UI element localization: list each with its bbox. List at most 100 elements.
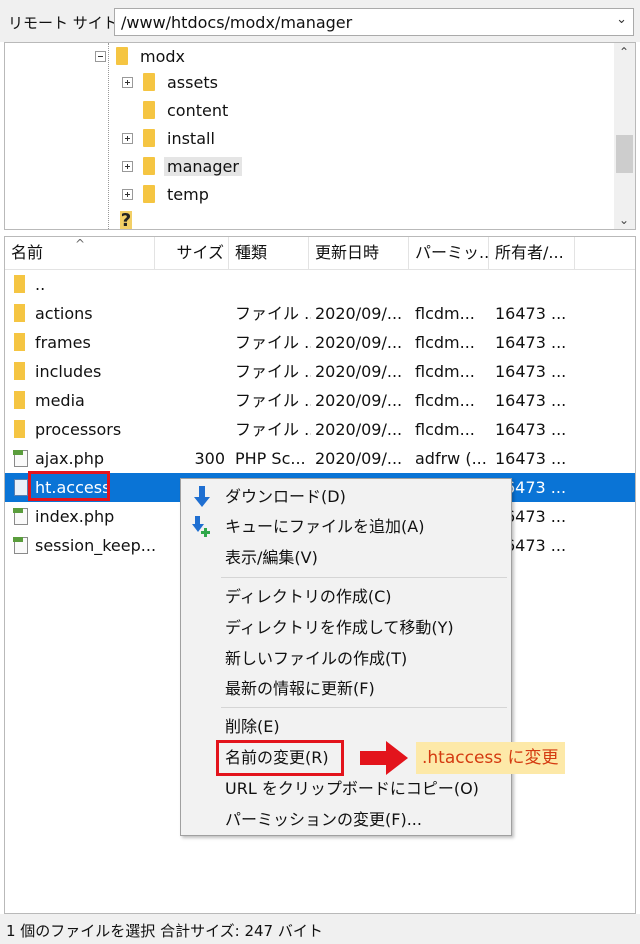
cell-owner: 16473 ...	[495, 304, 567, 323]
cell-owner: 6473 ...	[505, 507, 567, 526]
tree-item-unknown[interactable]: ?	[120, 207, 132, 229]
file-row[interactable]: actions ファイル ... 2020/09/... flcdm... 16473 …	[5, 299, 635, 328]
menu-item-create-file[interactable]: 新しいファイルの作成(T)	[225, 644, 407, 674]
download-icon	[194, 486, 210, 507]
php-file-icon	[13, 450, 28, 467]
column-label: 更新日時	[315, 243, 380, 262]
menu-item-refresh[interactable]: 最新の情報に更新(F)	[225, 674, 375, 704]
tree-item-label: content	[167, 100, 229, 120]
cell-name: frames	[35, 333, 91, 352]
file-row[interactable]: ajax.php 300 PHP Sc... 2020/09/... adfrw (..…	[5, 444, 635, 473]
menu-item-create-and-enter-directory[interactable]: ディレクトリを作成して移動(Y)	[225, 613, 454, 643]
cell-owner: 16473 ...	[495, 449, 567, 468]
context-menu[interactable]: ダウンロード(D) キューにファイルを追加(A) 表示/編集(V) ディレクトリ…	[180, 478, 512, 836]
cell-size	[155, 299, 225, 328]
expand-icon[interactable]	[122, 132, 133, 144]
cell-owner: 16473 ...	[495, 420, 567, 439]
tree-item-temp[interactable]: temp	[122, 181, 209, 207]
cell-name: ..	[35, 275, 46, 294]
cell-modified: 2020/09/...	[315, 333, 403, 352]
tree-item-label: temp	[167, 184, 209, 204]
remote-directory-tree[interactable]: modx assets content install manager temp…	[4, 42, 636, 230]
column-label: サイズ	[176, 243, 224, 262]
php-file-icon	[13, 537, 28, 554]
cell-permissions: adfrw (...	[415, 449, 487, 468]
column-header-modified[interactable]: 更新日時	[309, 237, 409, 269]
column-header-permissions[interactable]: パーミッ...	[409, 237, 489, 269]
highlight-box-filename	[28, 471, 110, 501]
column-label: パーミッ...	[415, 243, 489, 262]
menu-item-change-permissions[interactable]: パーミッションの変更(F)...	[225, 805, 422, 835]
column-label: 所有者/...	[495, 243, 564, 262]
tree-item-label: install	[167, 128, 215, 148]
tree-item-label: modx	[140, 46, 185, 66]
remote-site-bar: リモート サイト: /www/htdocs/modx/manager ⌄	[0, 0, 640, 42]
cell-type: ファイル ...	[235, 362, 311, 381]
column-label: 種類	[235, 243, 268, 262]
expand-icon[interactable]	[122, 160, 133, 172]
menu-item-create-directory[interactable]: ディレクトリの作成(C)	[225, 582, 392, 612]
menu-item-add-to-queue[interactable]: キューにファイルを追加(A)	[225, 512, 424, 542]
column-header-owner[interactable]: 所有者/...	[489, 237, 575, 269]
tree-item-install[interactable]: install	[122, 125, 215, 151]
highlight-box-rename	[216, 740, 344, 776]
menu-separator	[221, 707, 507, 708]
cell-modified: 2020/09/...	[315, 449, 403, 468]
cell-permissions	[415, 270, 491, 299]
expand-icon[interactable]	[122, 76, 133, 88]
file-icon	[14, 479, 28, 496]
folder-icon	[143, 73, 155, 91]
sort-asc-icon: ^	[75, 237, 86, 251]
tree-guide-line	[108, 43, 109, 229]
folder-icon	[143, 157, 155, 175]
cell-size	[155, 386, 225, 415]
remote-path-value[interactable]: /www/htdocs/modx/manager	[121, 13, 352, 32]
tree-item-assets[interactable]: assets	[122, 69, 218, 95]
tree-item-label: manager	[164, 156, 242, 176]
file-row[interactable]: frames ファイル ... 2020/09/... flcdm... 16473 .…	[5, 328, 635, 357]
cell-size	[155, 357, 225, 386]
cell-name: media	[35, 391, 85, 410]
tree-item-manager[interactable]: manager	[122, 153, 242, 179]
menu-item-download[interactable]: ダウンロード(D)	[225, 482, 346, 512]
folder-icon	[14, 304, 25, 322]
collapse-icon[interactable]	[95, 50, 106, 62]
menu-item-delete[interactable]: 削除(E)	[225, 712, 280, 742]
cell-name: actions	[35, 304, 93, 323]
file-row[interactable]: ..	[5, 270, 635, 299]
status-bar: 1 個のファイルを選択 合計サイズ: 247 バイト	[0, 914, 640, 944]
php-file-icon	[13, 508, 28, 525]
folder-icon	[143, 129, 155, 147]
tree-item-modx[interactable]: modx	[95, 43, 185, 69]
cell-modified: 2020/09/...	[315, 304, 403, 323]
expand-icon[interactable]	[122, 188, 133, 200]
file-row[interactable]: processors ファイル ... 2020/09/... flcdm... 164…	[5, 415, 635, 444]
menu-item-view-edit[interactable]: 表示/編集(V)	[225, 543, 318, 573]
file-row[interactable]: includes ファイル ... 2020/09/... flcdm... 16473…	[5, 357, 635, 386]
folder-icon	[14, 275, 25, 293]
remote-path-combobox[interactable]: /www/htdocs/modx/manager ⌄	[114, 8, 634, 36]
cell-type: ファイル ...	[235, 391, 311, 410]
cell-modified	[315, 270, 411, 299]
chevron-down-icon[interactable]: ⌄	[616, 12, 627, 27]
cell-permissions: flcdm...	[415, 333, 475, 352]
cell-size	[155, 328, 225, 357]
cell-modified: 2020/09/...	[315, 362, 403, 381]
menu-item-copy-url[interactable]: URL をクリップボードにコピー(O)	[225, 774, 479, 804]
tree-item-content[interactable]: content	[143, 97, 228, 123]
tree-scrollbar[interactable]: ⌃ ⌄	[614, 43, 635, 229]
column-header-size[interactable]: サイズ	[155, 237, 229, 269]
column-header-name[interactable]: 名前 ^	[5, 237, 155, 269]
menu-separator	[221, 577, 507, 578]
cell-name: ajax.php	[35, 449, 105, 468]
scroll-up-icon[interactable]: ⌃	[619, 45, 629, 59]
scroll-down-icon[interactable]: ⌄	[619, 213, 629, 227]
file-row[interactable]: media ファイル ... 2020/09/... flcdm... 16473 ..…	[5, 386, 635, 415]
column-header-type[interactable]: 種類	[229, 237, 309, 269]
cell-modified: 2020/09/...	[315, 420, 403, 439]
folder-icon	[14, 420, 25, 438]
scrollbar-thumb[interactable]	[616, 135, 633, 173]
folder-icon	[143, 101, 155, 119]
add-queue-icon	[192, 516, 210, 537]
cell-permissions: flcdm...	[415, 304, 475, 323]
